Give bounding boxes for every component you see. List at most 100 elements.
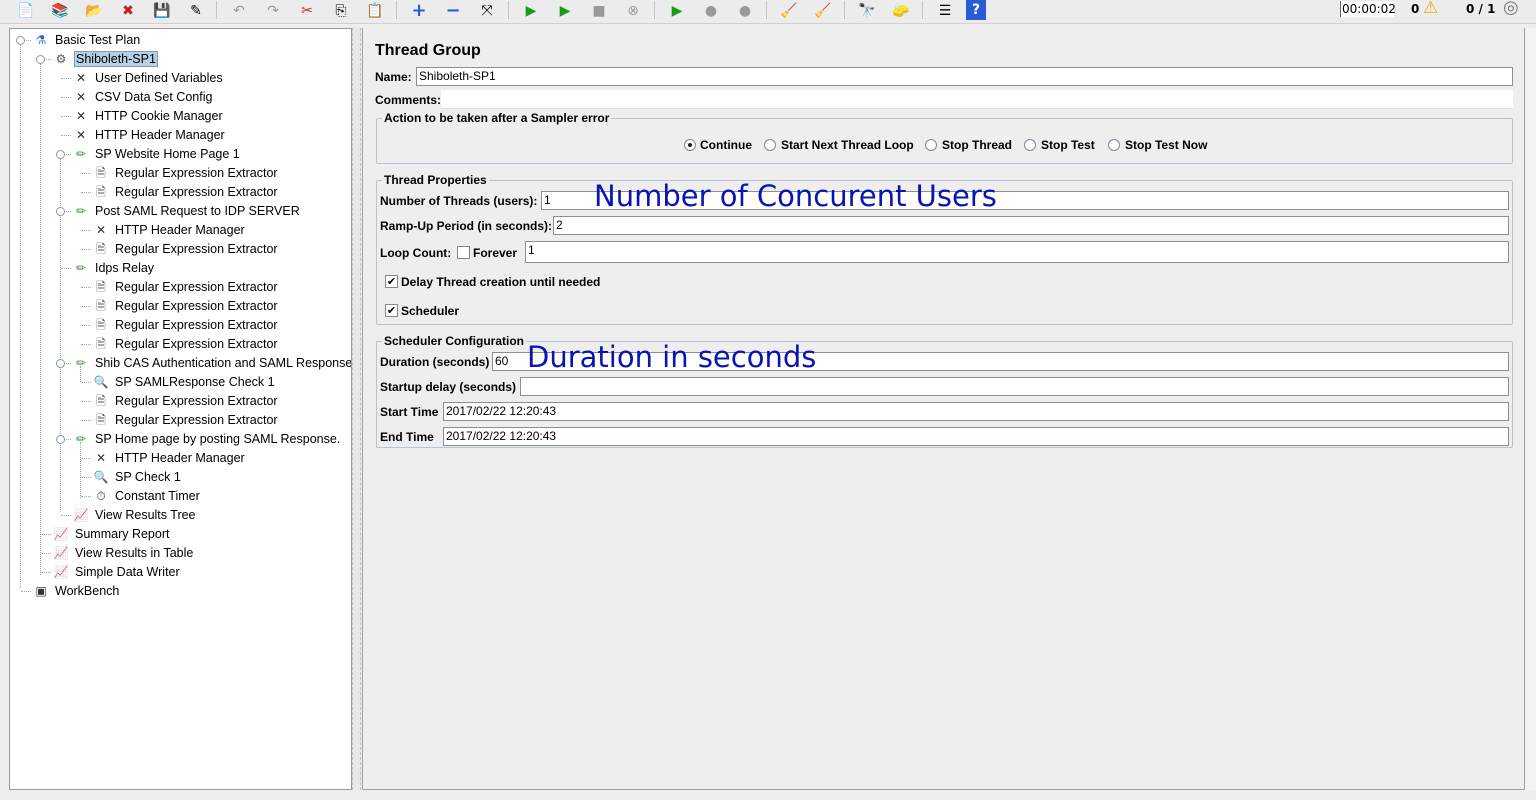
tree-node[interactable]: 🔍 SP SAMLResponse Check 1 xyxy=(93,373,276,391)
tree-node-label: HTTP Header Manager xyxy=(95,128,225,142)
tree-node[interactable]: 🗎 Regular Expression Extractor xyxy=(93,316,279,334)
search-icon[interactable]: 🔭 xyxy=(854,0,880,21)
tree-node[interactable]: 🗎 Regular Expression Extractor xyxy=(93,335,279,353)
cut-icon[interactable]: ✂ xyxy=(294,0,320,21)
tree-line xyxy=(41,534,51,535)
clear-icon[interactable]: 🧹 xyxy=(776,0,802,21)
undo-icon[interactable]: ↶ xyxy=(226,0,252,21)
tree-node[interactable]: ✕ HTTP Header Manager xyxy=(93,449,246,467)
new-icon[interactable]: 📄 xyxy=(13,0,39,21)
name-field[interactable]: Shiboleth-SP1 xyxy=(416,67,1513,86)
tree-node[interactable]: 🗎 Regular Expression Extractor xyxy=(93,164,279,182)
tree-line xyxy=(21,591,31,592)
tree-toggle-handle[interactable] xyxy=(16,36,25,45)
scheduler-checkbox[interactable]: ✔ xyxy=(385,304,398,317)
start-icon[interactable]: ▶ xyxy=(518,0,544,21)
tree-node[interactable]: 📈 View Results Tree xyxy=(73,506,197,524)
tree-node-label: Regular Expression Extractor xyxy=(115,166,278,180)
tree-node[interactable]: ⏱ Constant Timer xyxy=(93,487,201,505)
tree-node[interactable]: ✏ Shib CAS Authentication and SAML Respon… xyxy=(73,354,351,372)
tree-node[interactable]: ✏ SP Home page by posting SAML Response. xyxy=(73,430,341,448)
loop-count-field[interactable]: 1 xyxy=(525,241,1509,263)
start-next-loop-radio[interactable] xyxy=(764,139,776,151)
tree-node[interactable]: 🗎 Regular Expression Extractor xyxy=(93,411,279,429)
reset-search-icon[interactable]: 🧽 xyxy=(888,0,914,21)
tree-node[interactable]: ✕ HTTP Header Manager xyxy=(73,126,226,144)
start-time-field[interactable]: 2017/02/22 12:20:43 xyxy=(443,402,1509,421)
config-element-icon: ✕ xyxy=(75,71,87,85)
shutdown-icon[interactable]: ⊗ xyxy=(620,0,646,21)
tree-toggle-handle[interactable] xyxy=(36,55,45,64)
tree-line xyxy=(81,249,91,250)
toggle-icon[interactable]: ⤧ xyxy=(474,0,500,21)
continue-label: Continue xyxy=(700,138,752,152)
tree-node[interactable]: 🔍 SP Check 1 xyxy=(93,468,182,486)
forever-checkbox[interactable] xyxy=(457,246,470,259)
save-as-icon[interactable]: ✎ xyxy=(183,0,209,21)
stop-thread-radio[interactable] xyxy=(925,139,937,151)
end-time-field[interactable]: 2017/02/22 12:20:43 xyxy=(443,427,1509,446)
remote-shutdown-icon[interactable]: ● xyxy=(732,0,758,21)
tree-node[interactable]: ⚙ Shiboleth-SP1 xyxy=(53,50,158,68)
tree-node[interactable]: ⚗ Basic Test Plan xyxy=(33,31,141,49)
split-pane-divider[interactable] xyxy=(352,28,361,790)
open-icon[interactable]: 📂 xyxy=(81,0,107,21)
start-next-loop-label: Start Next Thread Loop xyxy=(781,138,914,152)
tree-node[interactable]: ✏ Post SAML Request to IDP SERVER xyxy=(73,202,301,220)
tree-line xyxy=(80,442,81,498)
remote-start-icon[interactable]: ▶ xyxy=(664,0,690,21)
tree-toggle-handle[interactable] xyxy=(56,435,65,444)
toolbar-separator xyxy=(766,1,767,19)
tree-node[interactable]: ✕ HTTP Cookie Manager xyxy=(73,107,224,125)
rampup-field[interactable]: 2 xyxy=(553,216,1509,235)
post-processor-icon: 🗎 xyxy=(96,413,106,427)
tree-node[interactable]: 🗎 Regular Expression Extractor xyxy=(93,297,279,315)
tree-node[interactable]: ✕ HTTP Header Manager xyxy=(93,221,246,239)
redo-icon[interactable]: ↷ xyxy=(260,0,286,21)
listener-icon: 📈 xyxy=(73,508,89,522)
help-icon[interactable]: ? xyxy=(966,0,986,20)
expand-all-icon[interactable]: + xyxy=(406,0,432,21)
forever-label: Forever xyxy=(473,246,518,260)
tree-node[interactable]: 🗎 Regular Expression Extractor xyxy=(93,183,279,201)
save-icon[interactable]: 💾 xyxy=(149,0,175,21)
listener-icon: 📈 xyxy=(53,527,69,541)
function-helper-icon[interactable]: ☰ xyxy=(932,0,958,21)
test-plan-tree[interactable]: ⚗ Basic Test Plan ⚙ Shiboleth-SP1 ✕ User Defi… xyxy=(9,28,352,790)
listener-icon: 📈 xyxy=(53,546,69,560)
startup-delay-field[interactable] xyxy=(520,377,1509,396)
tree-node[interactable]: 🗎 Regular Expression Extractor xyxy=(93,240,279,258)
comments-field[interactable] xyxy=(441,90,1513,109)
continue-radio[interactable] xyxy=(684,139,696,151)
clear-all-icon[interactable]: 🧹 xyxy=(810,0,836,21)
tree-toggle-handle[interactable] xyxy=(56,150,65,159)
tree-node[interactable]: 🗎 Regular Expression Extractor xyxy=(93,278,279,296)
tree-node[interactable]: 📈 Simple Data Writer xyxy=(53,563,181,581)
stop-test-now-radio[interactable] xyxy=(1108,139,1120,151)
remote-stop-icon[interactable]: ● xyxy=(698,0,724,21)
tree-node[interactable]: 📈 View Results in Table xyxy=(53,544,194,562)
tree-node[interactable]: 🗎 Regular Expression Extractor xyxy=(93,392,279,410)
tree-node[interactable]: ✕ User Defined Variables xyxy=(73,69,224,87)
templates-icon[interactable]: 📚 xyxy=(47,0,73,21)
paste-icon[interactable]: 📋 xyxy=(362,0,388,21)
tree-node[interactable]: ✕ CSV Data Set Config xyxy=(73,88,213,106)
stop-test-radio[interactable] xyxy=(1024,139,1036,151)
sampler-icon: ✏ xyxy=(75,261,87,275)
stop-icon[interactable]: ■ xyxy=(586,0,612,21)
tree-node[interactable]: ✏ Idps Relay xyxy=(73,259,155,277)
copy-icon[interactable]: ⎘ xyxy=(328,0,354,21)
collapse-all-icon[interactable]: − xyxy=(440,0,466,21)
warning-icon[interactable]: ⚠ xyxy=(1423,0,1438,17)
tree-line xyxy=(61,78,71,79)
tree-toggle-handle[interactable] xyxy=(56,207,65,216)
thread-group-icon: ⚙ xyxy=(55,52,67,66)
tree-node[interactable]: ▣ WorkBench xyxy=(33,582,120,600)
tree-toggle-handle[interactable] xyxy=(56,359,65,368)
start-no-pauses-icon[interactable]: ▶ xyxy=(552,0,578,21)
delay-thread-checkbox[interactable]: ✔ xyxy=(385,275,398,288)
tree-node[interactable]: ✏ SP Website Home Page 1 xyxy=(73,145,241,163)
tree-node[interactable]: 📈 Summary Report xyxy=(53,525,170,543)
name-label: Name: xyxy=(375,70,412,84)
close-icon[interactable]: ✖ xyxy=(115,0,141,21)
